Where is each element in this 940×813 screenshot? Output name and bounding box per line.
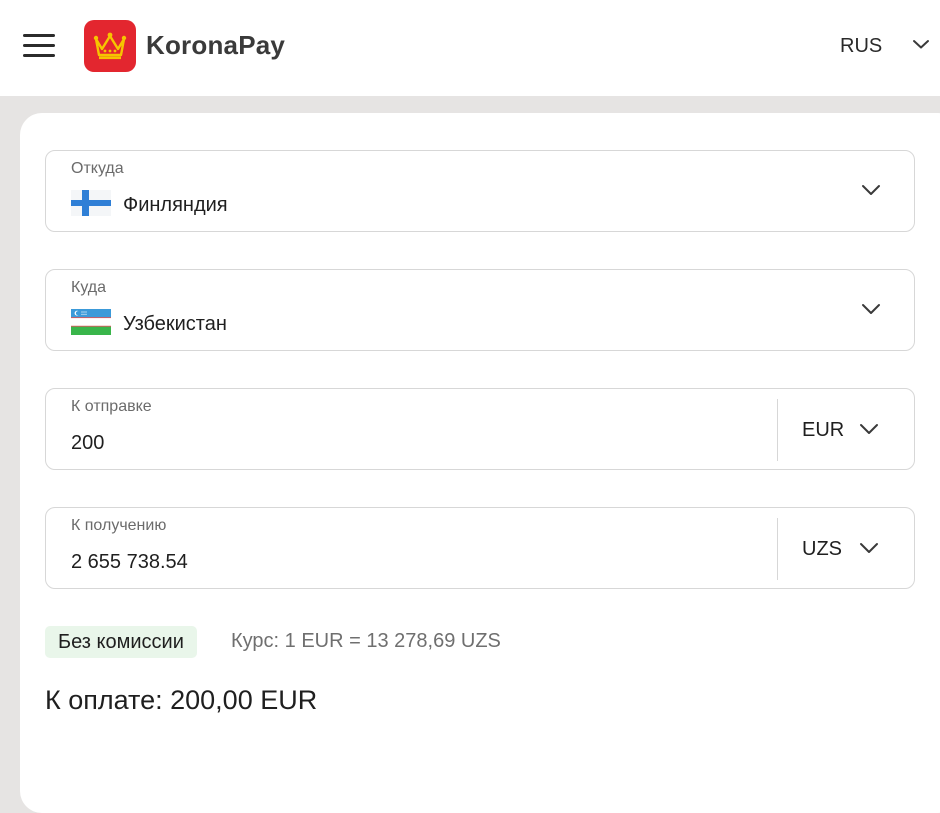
send-amount-field[interactable]: К отправке 200 EUR bbox=[45, 388, 915, 470]
receive-currency-select[interactable]: UZS bbox=[802, 538, 842, 561]
exchange-rate: Курс: 1 EUR = 13 278,69 UZS bbox=[231, 630, 501, 652]
receive-amount-input[interactable]: 2 655 738.54 bbox=[71, 551, 188, 574]
language-selector[interactable]: RUS bbox=[840, 35, 882, 58]
brand-name[interactable]: KoronaPay bbox=[146, 30, 285, 61]
receive-amount-field[interactable]: К получению 2 655 738.54 UZS bbox=[45, 507, 915, 589]
chevron-down-icon[interactable] bbox=[861, 183, 881, 197]
field-divider bbox=[777, 399, 778, 461]
send-amount-input[interactable]: 200 bbox=[71, 432, 104, 455]
send-currency-select[interactable]: EUR bbox=[802, 419, 844, 442]
chevron-down-icon[interactable] bbox=[859, 422, 879, 436]
to-country-value: Узбекистан bbox=[123, 313, 227, 335]
from-label: Откуда bbox=[71, 160, 124, 177]
send-label: К отправке bbox=[71, 398, 152, 415]
receive-label: К получению bbox=[71, 517, 167, 534]
total-to-pay: К оплате: 200,00 EUR bbox=[45, 685, 318, 715]
from-country-select[interactable]: Откуда Финляндия bbox=[45, 150, 915, 232]
to-label: Куда bbox=[71, 279, 107, 296]
uzbekistan-flag-icon bbox=[71, 309, 111, 335]
field-divider bbox=[777, 518, 778, 580]
hamburger-icon[interactable] bbox=[23, 34, 55, 58]
chevron-down-icon[interactable] bbox=[859, 541, 879, 555]
to-country-select[interactable]: Куда Узбекистан bbox=[45, 269, 915, 351]
header: KoronaPay RUS bbox=[0, 0, 940, 96]
crown-icon[interactable] bbox=[84, 20, 136, 72]
from-country-value: Финляндия bbox=[123, 194, 228, 216]
finland-flag-icon bbox=[71, 190, 111, 216]
no-commission-badge: Без комиссии bbox=[45, 626, 197, 658]
chevron-down-icon[interactable] bbox=[912, 38, 930, 50]
chevron-down-icon[interactable] bbox=[861, 302, 881, 316]
